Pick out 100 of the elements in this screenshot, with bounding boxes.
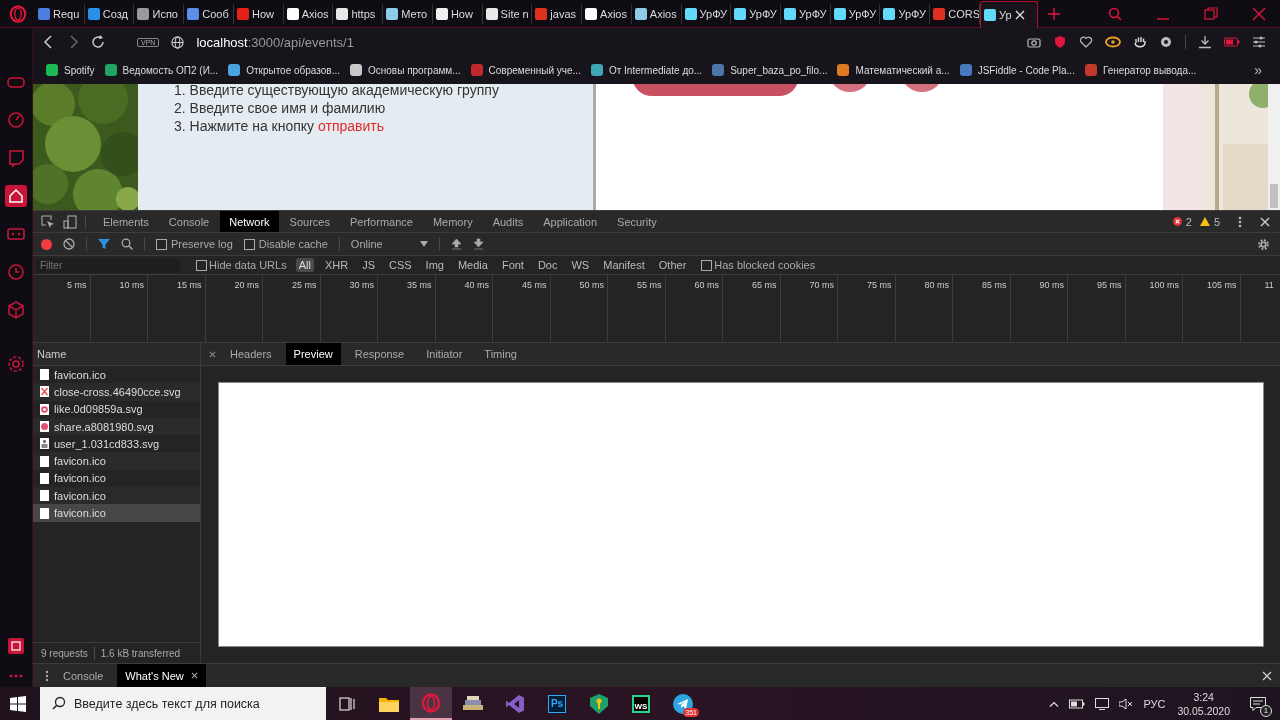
gear-icon[interactable] [5,353,27,375]
clock-icon[interactable] [5,261,27,283]
bookmark[interactable]: Современный уче... [470,64,581,76]
clear-icon[interactable] [63,238,75,250]
settings-icon[interactable] [1257,237,1270,251]
opera-logo-icon[interactable] [9,4,27,23]
detail-tab[interactable]: Preview [285,343,341,365]
hand-icon[interactable] [1133,35,1147,49]
browser-tab[interactable]: Ур [979,0,1039,28]
speaker-muted-icon[interactable] [1119,697,1134,710]
drawer-tab[interactable]: What's New [117,664,206,687]
browser-tab[interactable]: УрФУ [880,3,931,24]
download-icon[interactable] [472,238,484,250]
chevron-up-icon[interactable] [1049,700,1060,707]
close-icon[interactable] [190,672,198,679]
cube-icon[interactable] [5,299,27,321]
search-field[interactable]: Введите здесь текст для поиска [40,687,326,720]
browser-tab[interactable]: CORS [930,3,980,24]
filter-field[interactable]: Filter [36,257,180,273]
request-row[interactable]: favicon.ico [33,504,200,522]
bookmark[interactable]: От Intermediate до... [590,64,703,76]
devtools-tab[interactable]: Performance [340,211,422,232]
browser-tab[interactable]: Сооб [184,3,234,24]
taskbar-app[interactable]: WS [620,687,662,720]
home-icon[interactable] [5,185,27,207]
bookmark[interactable]: Математический а... [837,64,950,76]
type-filter-button[interactable]: Font [498,258,527,272]
bookmark[interactable]: JSFiddle - Code Pla... [959,64,1075,76]
drag-handle-icon[interactable] [45,669,49,682]
download-icon[interactable] [1198,35,1212,49]
filter-icon[interactable] [98,238,110,250]
browser-tab[interactable]: Axios [283,3,334,24]
type-filter-button[interactable]: All [295,258,314,272]
new-tab-icon[interactable] [1048,7,1061,20]
bookmark[interactable]: Основы программ... [350,64,461,76]
type-filter-button[interactable]: Manifest [600,258,648,272]
search-icon[interactable] [121,238,133,250]
throttle-dropdown[interactable]: Online [350,238,409,250]
type-filter-button[interactable]: Img [422,258,447,272]
checkbox[interactable] [156,238,167,250]
detail-tab[interactable]: Timing [476,343,525,365]
devtools-tab[interactable]: Console [159,211,219,232]
notification-icon[interactable] [1250,696,1266,711]
scrollbar-thumb[interactable] [1270,184,1278,208]
settings-icon[interactable] [1159,35,1173,49]
warning-icon[interactable] [1199,217,1210,226]
more-bookmarks-button[interactable]: » [1254,62,1262,78]
browser-tab[interactable]: УрФУ [681,3,732,24]
type-filter-button[interactable]: Other [655,258,690,272]
detail-tab[interactable]: Headers [222,343,280,365]
heart-icon[interactable] [1079,35,1093,49]
monitor-icon[interactable] [1095,697,1110,710]
devtools-tab[interactable]: Application [534,211,607,232]
more-icon[interactable] [9,673,23,679]
error-count[interactable]: 2 [1185,215,1192,228]
checkbox[interactable] [243,238,255,250]
browser-tab[interactable]: Испо [134,3,185,24]
browser-tab[interactable]: javas [532,3,583,24]
browser-tab[interactable]: How [432,3,483,24]
browser-tab[interactable]: УрФУ [731,3,781,24]
type-filter-button[interactable]: XHR [321,258,352,272]
clock-date[interactable]: 30.05.2020 [1177,703,1230,718]
browser-tab[interactable]: https [333,3,384,24]
bookmark[interactable]: Генератор вывода... [1084,64,1197,76]
upload-icon[interactable] [450,238,462,250]
device-icon[interactable] [63,214,77,229]
type-filter-button[interactable]: JS [359,258,378,272]
language-indicator[interactable]: РУС [1143,697,1166,710]
browser-tab[interactable]: УрФУ [830,3,881,24]
search-icon[interactable] [1108,6,1123,21]
bookmark[interactable]: Spotify [46,64,95,76]
windows-logo-icon[interactable] [10,695,26,712]
browser-tab[interactable]: Axios [582,3,632,24]
bookmark[interactable]: Super_baza_po_filo... [712,64,828,76]
detail-tab[interactable]: Response [346,343,413,365]
drawer-tab[interactable]: Console [55,664,112,687]
devtools-tab[interactable]: Sources [280,211,339,232]
checkbox[interactable] [701,259,713,271]
battery-icon[interactable] [1069,698,1086,709]
bookmark[interactable]: Открытое образов... [228,64,340,76]
type-filter-button[interactable]: WS [568,258,593,272]
camera-icon[interactable] [1027,35,1041,49]
inspect-icon[interactable] [41,214,55,229]
bookmark[interactable]: Ведомость ОП2 (И... [104,64,219,76]
more-options-icon[interactable] [1238,215,1242,228]
speed-icon[interactable] [5,109,27,131]
detail-tab[interactable]: Initiator [418,343,471,365]
maximize-icon[interactable] [1204,6,1219,21]
column-header[interactable]: Name [33,343,200,366]
back-icon[interactable] [43,35,55,49]
type-filter-button[interactable]: Media [454,258,491,272]
devtools-tab[interactable]: Audits [483,211,533,232]
shield-icon[interactable] [1053,35,1067,49]
reload-icon[interactable] [91,35,105,49]
request-row[interactable]: favicon.ico [33,487,200,505]
type-filter-button[interactable]: CSS [385,258,415,272]
devtools-tab[interactable]: Network [220,211,279,232]
taskbar-app[interactable]: Ps [536,687,578,720]
browser-tab[interactable]: How [233,3,284,24]
browser-tab[interactable]: Site n [482,3,533,24]
